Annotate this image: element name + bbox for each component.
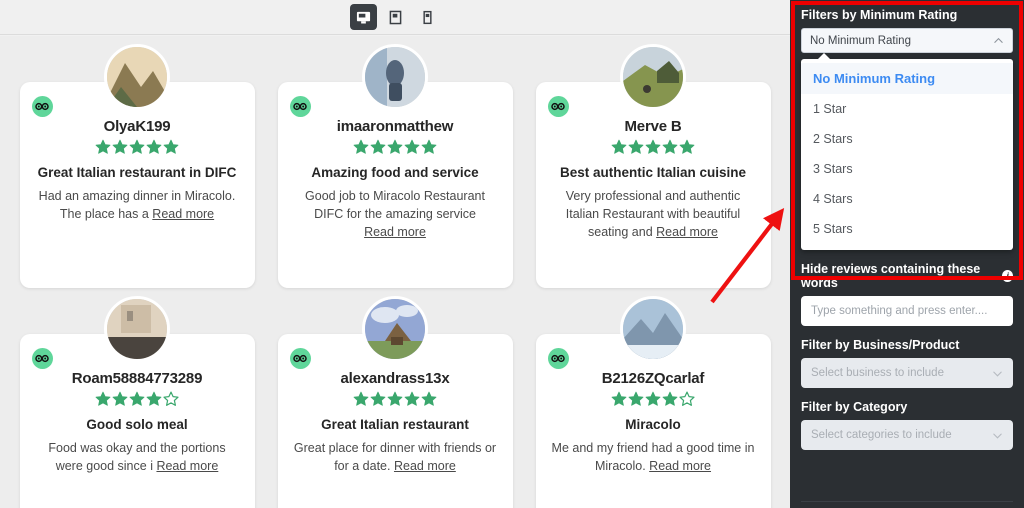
review-text: Good job to Miracolo Restaurant DIFC for… [305, 189, 485, 221]
review-username: Merve B [624, 118, 682, 135]
filters-sidebar: Filters by Minimum Rating No Minimum Rat… [790, 0, 1024, 508]
review-username: Roam58884773289 [71, 370, 203, 387]
review-card[interactable]: alexandrass13x Great Italian restaurant … [277, 296, 513, 508]
review-body: Food was okay and the portions were good… [34, 439, 241, 475]
business-filter-placeholder: Select business to include [811, 367, 944, 379]
star-rating [550, 139, 757, 155]
star-rating [34, 139, 241, 155]
review-card[interactable]: OlyaK199 Great Italian restaurant in DIF… [19, 44, 255, 288]
device-preview-toolbar [0, 0, 790, 35]
review-cell: B2126ZQcarlaf Miracolo Me and my friend … [524, 288, 782, 508]
category-filter-placeholder: Select categories to include [811, 429, 952, 441]
star-rating [550, 391, 757, 407]
review-title: Miracolo [625, 417, 681, 432]
category-filter-select[interactable]: Select categories to include [801, 420, 1013, 450]
review-cell: OlyaK199 Great Italian restaurant in DIF… [8, 36, 266, 288]
hide-words-input[interactable]: Type something and press enter.... [801, 296, 1013, 326]
review-body: Very professional and authentic Italian … [550, 187, 757, 241]
avatar [362, 44, 428, 110]
business-filter-select[interactable]: Select business to include [801, 358, 1013, 388]
avatar [104, 44, 170, 110]
device-desktop-button[interactable] [349, 4, 377, 30]
review-card[interactable]: Roam58884773289 Good solo meal Food was … [19, 296, 255, 508]
review-title: Great Italian restaurant [321, 417, 469, 432]
rating-option-5[interactable]: 5 Stars [801, 214, 1013, 244]
review-body: Great place for dinner with friends or f… [292, 439, 499, 475]
review-title: Amazing food and service [311, 165, 479, 180]
chevron-down-icon [993, 371, 1002, 377]
review-username: OlyaK199 [103, 118, 171, 135]
device-mobile-button[interactable] [414, 4, 441, 30]
avatar [620, 296, 686, 362]
review-title: Best authentic Italian cuisine [559, 165, 747, 180]
rating-filter-dropdown[interactable]: No Minimum Rating 1 Star 2 Stars 3 Stars… [801, 53, 1013, 250]
chevron-down-icon [993, 433, 1002, 439]
rating-option-0[interactable]: No Minimum Rating [801, 63, 1013, 94]
tripadvisor-icon [547, 348, 569, 369]
read-more-link[interactable]: Read more [394, 459, 456, 473]
avatar [104, 296, 170, 362]
review-body: Had an amazing dinner in Miracolo. The p… [34, 187, 241, 223]
app-root: OlyaK199 Great Italian restaurant in DIF… [0, 0, 1024, 508]
star-rating [292, 139, 499, 155]
review-widget-preview: OlyaK199 Great Italian restaurant in DIF… [0, 36, 790, 508]
review-card[interactable]: B2126ZQcarlaf Miracolo Me and my friend … [535, 296, 771, 508]
tripadvisor-icon [289, 348, 311, 369]
category-filter-block: Filter by Category Select categories to … [801, 400, 1013, 450]
business-filter-label: Filter by Business/Product [801, 338, 960, 352]
read-more-link[interactable]: Read more [152, 207, 214, 221]
review-body: Good job to Miracolo Restaurant DIFC for… [292, 187, 499, 241]
review-cell: Roam58884773289 Good solo meal Food was … [8, 288, 266, 508]
read-more-link[interactable]: Read more [156, 459, 218, 473]
read-more-link[interactable]: Read more [649, 459, 711, 473]
rating-filter-select[interactable]: No Minimum Rating [801, 28, 1013, 53]
hide-words-label: Hide reviews containing these words i [801, 262, 1013, 290]
business-filter-block: Filter by Business/Product Select busine… [801, 338, 1013, 388]
review-username: imaaronmatthew [336, 118, 454, 135]
review-username: B2126ZQcarlaf [601, 370, 705, 387]
device-tablet-button[interactable] [382, 4, 409, 30]
sidebar-divider [801, 501, 1013, 502]
read-more-link[interactable]: Read more [364, 225, 426, 239]
tripadvisor-icon [31, 348, 53, 369]
tripadvisor-icon [289, 96, 311, 117]
category-filter-label: Filter by Category [801, 400, 908, 414]
rating-option-4[interactable]: 4 Stars [801, 184, 1013, 214]
info-icon[interactable]: i [1002, 270, 1013, 282]
review-card[interactable]: imaaronmatthew Amazing food and service … [277, 44, 513, 288]
rating-filter-label: Filters by Minimum Rating [801, 8, 958, 22]
review-title: Great Italian restaurant in DIFC [37, 165, 237, 180]
rating-option-3[interactable]: 3 Stars [801, 154, 1013, 184]
chevron-up-icon [994, 37, 1003, 43]
review-cell: alexandrass13x Great Italian restaurant … [266, 288, 524, 508]
rating-option-1[interactable]: 1 Star [801, 94, 1013, 124]
review-username: alexandrass13x [340, 370, 450, 387]
review-cell: imaaronmatthew Amazing food and service … [266, 36, 524, 288]
hide-words-label-text: Hide reviews containing these words [801, 262, 981, 290]
avatar [362, 296, 428, 362]
tripadvisor-icon [547, 96, 569, 117]
rating-option-2[interactable]: 2 Stars [801, 124, 1013, 154]
review-cell: Merve B Best authentic Italian cuisine V… [524, 36, 782, 288]
star-rating [34, 391, 241, 407]
hide-words-block: Hide reviews containing these words i Ty… [801, 262, 1013, 326]
review-title: Good solo meal [86, 417, 188, 432]
review-grid: OlyaK199 Great Italian restaurant in DIF… [0, 36, 790, 508]
review-card[interactable]: Merve B Best authentic Italian cuisine V… [535, 44, 771, 288]
review-body: Me and my friend had a good time in Mira… [550, 439, 757, 475]
rating-filter-value: No Minimum Rating [810, 34, 911, 47]
read-more-link[interactable]: Read more [656, 225, 718, 239]
avatar [620, 44, 686, 110]
tripadvisor-icon [31, 96, 53, 117]
hide-words-placeholder: Type something and press enter.... [811, 305, 988, 317]
star-rating [292, 391, 499, 407]
